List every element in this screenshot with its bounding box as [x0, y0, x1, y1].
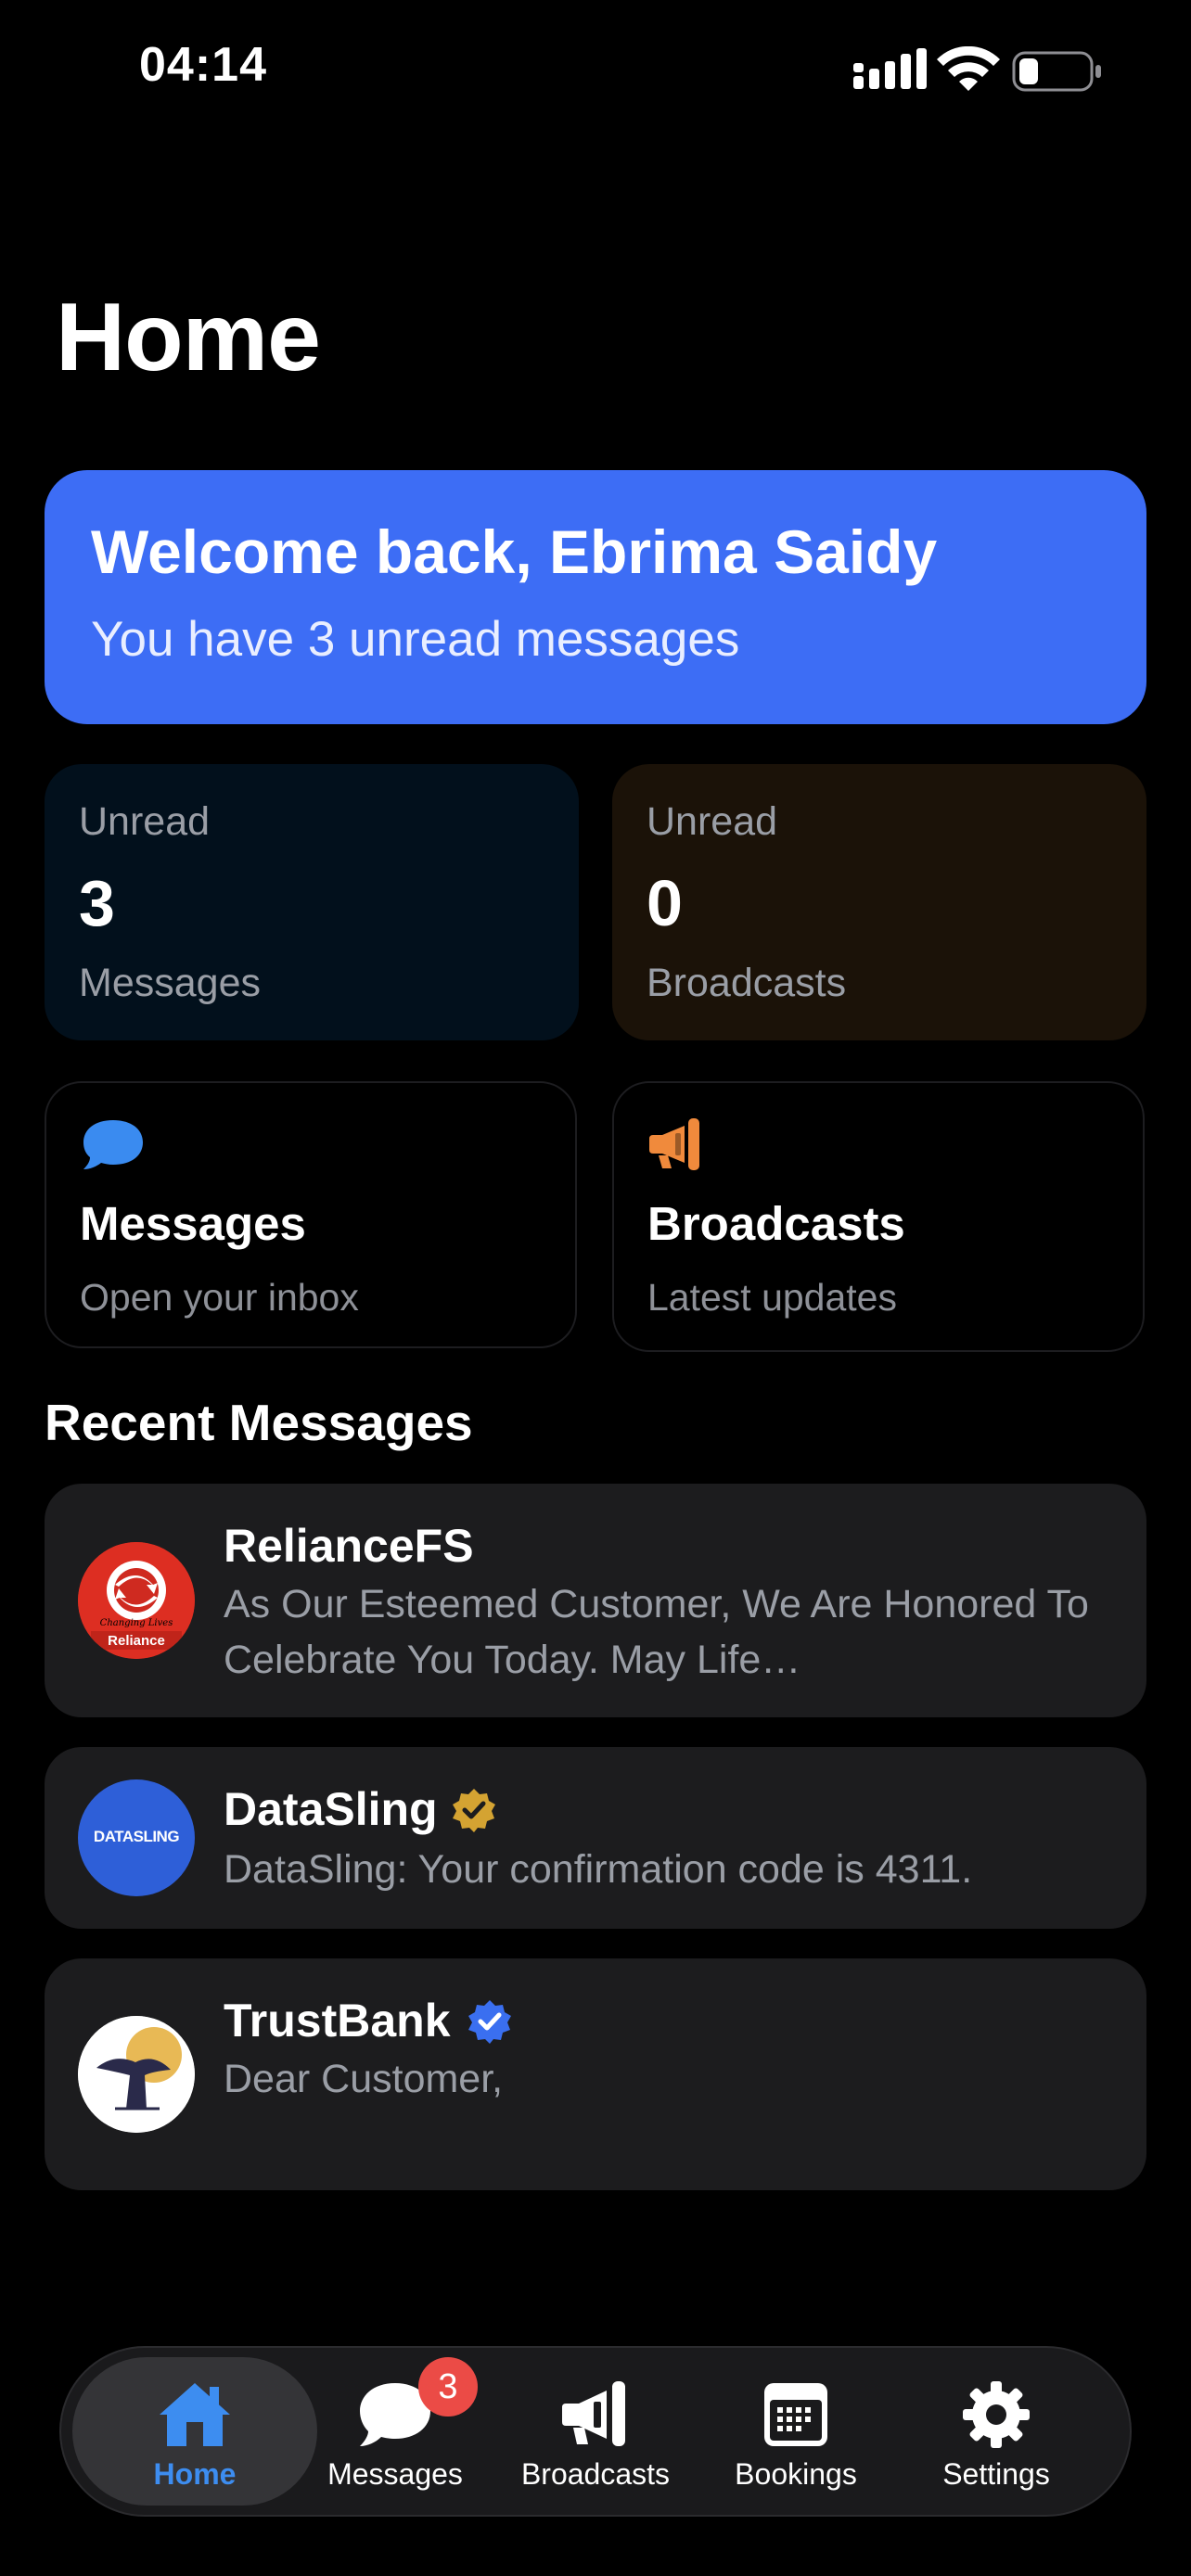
megaphone-icon	[649, 1118, 699, 1170]
status-time: 04:14	[139, 38, 267, 92]
tab-broadcasts[interactable]: Broadcasts	[495, 2348, 696, 2515]
stat-value: 0	[647, 867, 683, 939]
message-sender: RelianceFS	[224, 1520, 474, 1572]
welcome-subtitle: You have 3 unread messages	[91, 612, 740, 667]
message-list-item[interactable]: TrustBank Dear Customer,	[45, 1958, 1146, 2190]
baobab-tree-logo-icon	[78, 2016, 195, 2133]
avatar	[78, 2016, 195, 2133]
unread-messages-card[interactable]: Unread 3 Messages	[45, 764, 579, 1040]
megaphone-icon	[562, 2381, 625, 2446]
stat-caption: Broadcasts	[647, 961, 847, 1005]
verified-badge-icon	[453, 1789, 495, 1832]
avatar-brand: Reliance	[108, 1633, 165, 1649]
message-preview: Dear Customer,	[224, 2057, 504, 2101]
gear-icon	[963, 2381, 1030, 2448]
avatar: DATASLING	[78, 1779, 195, 1896]
action-title: Broadcasts	[647, 1197, 905, 1250]
avatar-brand: DATASLING	[93, 1828, 180, 1845]
wifi-icon	[937, 46, 1000, 91]
recent-messages-title: Recent Messages	[45, 1394, 473, 1451]
avatar-tagline: Changing Lives	[99, 1618, 173, 1628]
welcome-title: Welcome back, Ebrima Saidy	[91, 517, 938, 586]
verified-badge-icon	[468, 2000, 511, 2044]
unread-badge: 3	[418, 2357, 478, 2417]
tab-home[interactable]: Home	[95, 2348, 295, 2515]
tab-settings[interactable]: Settings	[896, 2348, 1096, 2515]
messages-action-card[interactable]: Messages Open your inbox	[45, 1081, 577, 1348]
tab-label: Broadcasts	[520, 2457, 671, 2491]
calendar-icon	[764, 2383, 827, 2446]
unread-broadcasts-card[interactable]: Unread 0 Broadcasts	[612, 764, 1146, 1040]
stat-value: 3	[79, 867, 115, 939]
tab-bar: Home Messages 3 Broadcasts Bookings Sett…	[59, 2346, 1132, 2517]
stat-label: Unread	[647, 799, 778, 844]
chat-bubble-icon	[83, 1120, 143, 1169]
message-preview: DataSling: Your confirmation code is 431…	[224, 1847, 973, 1892]
tab-label: Bookings	[735, 2457, 857, 2491]
house-icon	[160, 2383, 230, 2446]
tab-bookings[interactable]: Bookings	[696, 2348, 896, 2515]
battery-icon	[1012, 51, 1101, 92]
stat-caption: Messages	[79, 961, 261, 1005]
avatar: Changing Lives Reliance	[78, 1542, 195, 1659]
tab-label: Settings	[942, 2457, 1050, 2491]
stat-label: Unread	[79, 799, 211, 844]
action-title: Messages	[80, 1197, 306, 1250]
action-subtitle: Open your inbox	[80, 1276, 359, 1319]
action-subtitle: Latest updates	[647, 1276, 897, 1319]
status-icons	[853, 46, 1101, 92]
signal-icon	[853, 48, 927, 89]
message-preview: As Our Esteemed Customer, We Are Honored…	[224, 1582, 1089, 1682]
page-title: Home	[56, 284, 321, 391]
message-list-item[interactable]: DATASLING DataSling DataSling: Your conf…	[45, 1747, 1146, 1929]
message-sender: DataSling	[224, 1783, 438, 1835]
message-list-item[interactable]: Changing Lives Reliance RelianceFS As Ou…	[45, 1484, 1146, 1717]
broadcasts-action-card[interactable]: Broadcasts Latest updates	[612, 1081, 1145, 1352]
tab-label: Messages	[327, 2457, 463, 2491]
message-sender: TrustBank	[224, 1995, 451, 2047]
welcome-card: Welcome back, Ebrima Saidy You have 3 un…	[45, 470, 1146, 724]
tab-label: Home	[153, 2457, 237, 2491]
